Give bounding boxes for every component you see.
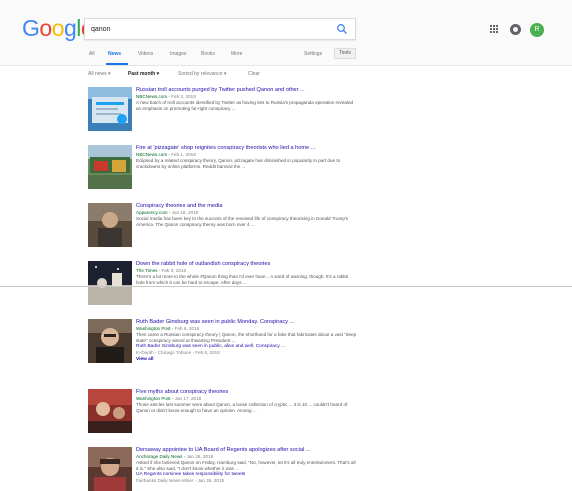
logo-letter: o [51, 15, 65, 41]
result-title[interactable]: Five myths about conspiracy theories [136, 389, 358, 396]
view-all-link[interactable]: View all [136, 356, 358, 363]
avatar[interactable]: R [530, 23, 544, 37]
tools-button[interactable]: Tools [334, 48, 356, 59]
tab-more[interactable]: More [231, 51, 242, 57]
result-date: Jan 26, 2018 [186, 454, 214, 459]
tab-images[interactable]: Images [170, 51, 186, 57]
result-date: Feb 2, 2018 [171, 94, 196, 99]
active-tab-indicator [106, 63, 128, 65]
result-thumbnail[interactable] [88, 203, 132, 247]
result-date: Feb 3, 2018 [161, 268, 187, 273]
search-tabs: All News Videos Images Books More [0, 46, 572, 66]
result-snippet: Then came a Russian conspiracy theory | … [136, 332, 357, 343]
notifications-icon[interactable] [510, 24, 521, 35]
result-thumbnail[interactable] [88, 319, 132, 363]
source-name: Washington Post [136, 396, 171, 401]
source-name: Washington Post [136, 326, 171, 331]
source-name: The Times [136, 268, 158, 273]
search-icon[interactable] [336, 23, 348, 35]
tab-news[interactable]: News [108, 51, 121, 57]
google-logo[interactable]: Google [22, 15, 94, 42]
search-box[interactable] [84, 18, 356, 40]
source-name: Apparency.com [136, 210, 168, 215]
result-title[interactable]: Conspiracy theories and the media [136, 203, 358, 210]
header-bar: Google R All News Videos Images Books Mo… [0, 0, 572, 66]
result-snippet: Social media has been key to the success… [136, 216, 349, 227]
result-thumbnail[interactable] [88, 261, 132, 305]
logo-letter: g [63, 15, 77, 41]
result-date: Jan 17, 2018 [174, 396, 202, 401]
result-title[interactable]: Dersaway appointee to UA Board of Regent… [136, 447, 358, 454]
result-snippet: There's a lot more to the whole #Qanon t… [136, 274, 349, 285]
result-snippet: Those articles last summer were about Qa… [136, 402, 348, 413]
result-title[interactable]: Down the rabbit hole of outlandish consp… [136, 261, 358, 268]
tab-all[interactable]: All [89, 51, 95, 57]
tab-books[interactable]: Books [201, 51, 215, 57]
filter-clear[interactable]: Clear [248, 71, 260, 77]
source-name: NBCNews.com [136, 94, 168, 99]
result-snippet: Eclipsed by a related conspiracy theory,… [136, 158, 341, 169]
result-snippet: Asked if she believed Qanon on Friday, H… [136, 460, 356, 471]
result-thumbnail[interactable] [88, 145, 132, 189]
logo-letter: o [39, 15, 52, 41]
source-name: NBCNews.com [136, 152, 168, 157]
filter-sort[interactable]: Sorted by relevance ▾ [178, 71, 226, 77]
related-story-source: Fairbanks Daily News-Miner - Jan 26, 201… [136, 478, 225, 483]
apps-grid-icon[interactable] [490, 25, 499, 34]
source-name: Anchorage Daily News [136, 454, 183, 459]
filter-time[interactable]: Past month ▾ [128, 71, 159, 77]
result-date: Feb 1, 2018 [171, 152, 196, 157]
logo-letter: G [22, 15, 40, 41]
result-date: Feb 6, 2018 [174, 326, 200, 331]
result-thumbnail[interactable] [88, 87, 132, 131]
result-title[interactable]: Russian troll accounts purged by Twitter… [136, 87, 358, 94]
tab-videos[interactable]: Videos [138, 51, 153, 57]
search-input[interactable] [91, 22, 331, 37]
result-date: Jan 18, 2018 [171, 210, 199, 215]
result-title[interactable]: Fire at 'pizzagate' shop reignites consp… [136, 145, 358, 152]
settings-link[interactable]: Settings [304, 51, 322, 57]
result-title[interactable]: Ruth Bader Ginsburg was seen in public M… [136, 319, 358, 326]
divider-line [0, 286, 572, 287]
filter-news-type[interactable]: All news ▾ [88, 71, 111, 77]
result-thumbnail[interactable] [88, 389, 132, 433]
result-snippet: A new batch of troll accounts identified… [136, 100, 354, 111]
result-thumbnail[interactable] [88, 447, 132, 491]
